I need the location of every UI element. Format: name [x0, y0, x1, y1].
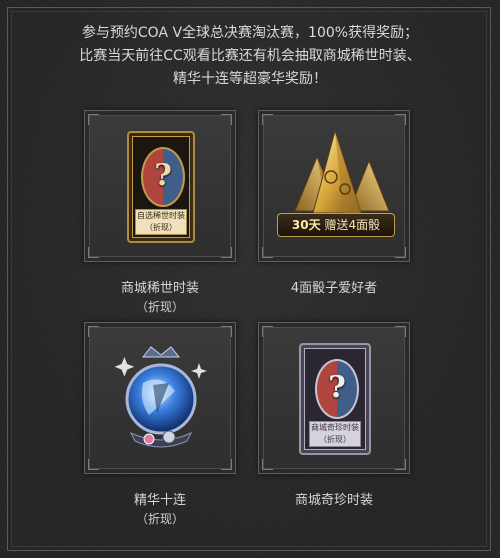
- reward-name: 精华十连: [133, 493, 186, 508]
- inner-frame: [11, 11, 487, 547]
- plate-note: （折现）: [145, 223, 177, 232]
- reward-note: （折现）: [135, 512, 184, 526]
- plate-title: 商城奇珍时装: [311, 423, 359, 432]
- question-mark-icon: ?: [328, 370, 346, 405]
- costume-portrait-oval: ?: [141, 147, 185, 207]
- card-corner: [88, 326, 99, 337]
- reward-caption-essence: 精华十连 （折现）: [84, 491, 236, 529]
- reward-name: 商城稀世时装: [120, 281, 199, 296]
- ribbon-text: 赠送4面骰: [324, 218, 381, 232]
- reward-caption-dice: 4面骰子爱好者: [258, 279, 410, 298]
- reward-name: 4面骰子爱好者: [290, 281, 378, 296]
- reward-note: （折现）: [135, 300, 184, 314]
- card-corner: [395, 114, 406, 125]
- card-corner: [395, 326, 406, 337]
- card-corner: [88, 114, 99, 125]
- costume-portrait-oval: ?: [315, 359, 359, 419]
- reward-name: 商城奇珍时装: [294, 493, 373, 508]
- card-corner: [262, 459, 273, 470]
- question-mark-icon: ?: [154, 158, 172, 193]
- card-corner: [221, 114, 232, 125]
- plate-title: 自选稀世时装: [137, 211, 185, 220]
- reward-card-dice: 30天 赠送4面骰: [258, 110, 410, 262]
- intro-line-1: 参与预约COA V全球总决赛淘汰赛，100%获得奖励；: [81, 25, 419, 41]
- card-corner: [395, 247, 406, 258]
- gold-costume-card-icon: ? 自选稀世时装 （折现）: [127, 131, 195, 243]
- card-corner: [221, 459, 232, 470]
- costume-plate: 自选稀世时装 （折现）: [135, 209, 187, 235]
- silver-costume-card-icon: ? 商城奇珍时装 （折现）: [299, 343, 371, 455]
- reward-card-essence: [84, 322, 236, 474]
- essence-orb-icon: [109, 343, 213, 453]
- intro-line-2: 比赛当天前往CC观看比赛还有机会抽取商城稀世时装、: [79, 48, 421, 64]
- intro-text: 参与预约COA V全球总决赛淘汰赛，100%获得奖励； 比赛当天前往CC观看比赛…: [20, 22, 480, 91]
- card-corner: [88, 247, 99, 258]
- plate-note: （折现）: [319, 435, 351, 444]
- reward-card-treasure-costume: ? 商城奇珍时装 （折现）: [258, 322, 410, 474]
- card-corner: [221, 326, 232, 337]
- ribbon-days: 30天: [291, 218, 321, 232]
- card-corner: [262, 326, 273, 337]
- card-corner: [88, 459, 99, 470]
- reward-caption-treasure-costume: 商城奇珍时装: [258, 491, 410, 510]
- dice-pyramids: [294, 129, 390, 214]
- golden-dice-icon: 30天 赠送4面骰: [273, 127, 397, 247]
- reward-card-rare-costume: ? 自选稀世时装 （折现）: [84, 110, 236, 262]
- dice-ribbon: 30天 赠送4面骰: [277, 213, 395, 237]
- costume-plate: 商城奇珍时装 （折现）: [309, 421, 361, 447]
- orb-graphic: [114, 346, 207, 448]
- reward-caption-rare-costume: 商城稀世时装 （折现）: [84, 279, 236, 317]
- card-corner: [262, 114, 273, 125]
- card-corner: [395, 459, 406, 470]
- card-corner: [262, 247, 273, 258]
- intro-line-3: 精华十连等超豪华奖励！: [173, 71, 327, 87]
- card-corner: [221, 247, 232, 258]
